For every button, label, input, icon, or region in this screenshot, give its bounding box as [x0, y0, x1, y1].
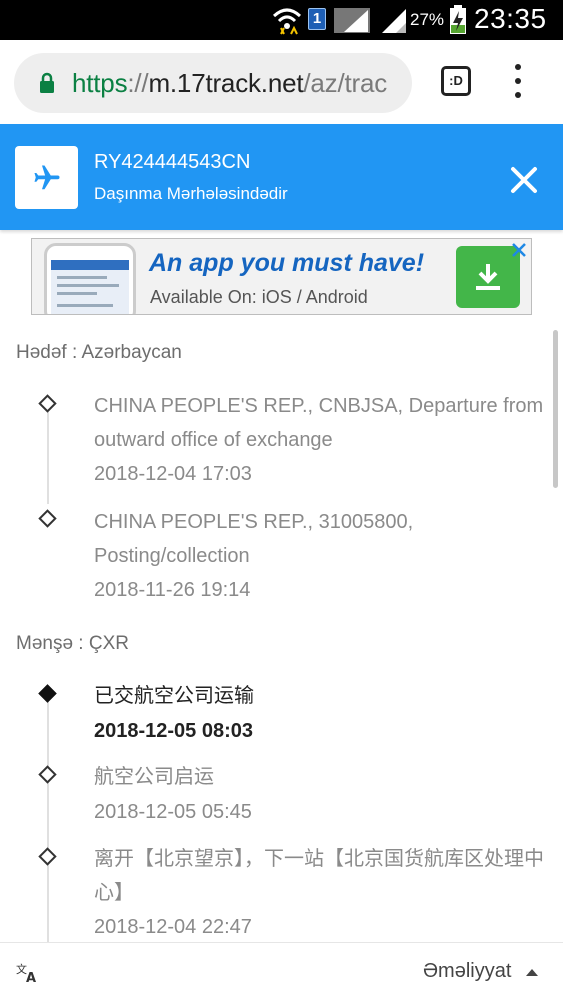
event-description: 航空公司启运: [94, 766, 214, 788]
event-description: CHINA PEOPLE'S REP., 31005800, Posting/c…: [94, 511, 414, 567]
event-description: CHINA PEOPLE'S REP., CNBJSA, Departure f…: [94, 395, 544, 451]
timeline-line: [47, 412, 49, 504]
battery-charging-icon: [450, 5, 466, 34]
origin-label: Mənşə : ÇXR: [16, 633, 129, 654]
tab-switcher-icon[interactable]: :D: [441, 66, 471, 96]
battery-percent: 27%: [410, 10, 445, 29]
download-icon: [476, 264, 500, 290]
timeline-marker-latest: [38, 684, 57, 703]
signal-icon: [382, 9, 406, 33]
translate-icon[interactable]: 文 A: [16, 961, 42, 983]
event-time: 2018-12-04 17:03: [94, 463, 252, 485]
scrollbar[interactable]: [553, 330, 558, 488]
signal-icon: [334, 8, 370, 33]
destination-label: Hədəf : Azərbaycan: [16, 342, 182, 363]
url-path: /az/trac: [303, 68, 388, 98]
event-description: 离开【北京望京】，下一站【北京国货航库区处理中心】: [94, 848, 544, 904]
url-text: https://m.17track.net/az/trac: [72, 68, 387, 99]
timeline-marker: [38, 847, 57, 866]
more-vert-icon[interactable]: [508, 64, 528, 98]
event-time: 2018-12-05 08:03: [94, 720, 254, 742]
address-bar[interactable]: https://m.17track.net/az/trac: [14, 53, 412, 113]
timeline-line: [47, 702, 49, 942]
actions-button[interactable]: Əməliyyat: [423, 960, 511, 983]
svg-text:A: A: [26, 971, 36, 983]
airplane-icon: [34, 165, 60, 190]
event-time: 2018-12-04 22:47: [94, 916, 252, 938]
bottom-action-bar: 文 A Əməliyyat: [0, 942, 563, 1000]
browser-toolbar: https://m.17track.net/az/trac :D: [0, 40, 563, 124]
wifi-icon: [272, 8, 302, 35]
url-scheme: https: [72, 68, 128, 98]
ad-close-icon[interactable]: [510, 241, 528, 259]
lock-icon: [40, 72, 54, 93]
event-time: 2018-12-05 05:45: [94, 801, 252, 823]
event-time: 2018-11-26 19:14: [94, 579, 251, 601]
tracking-number: RY424444543CN: [94, 151, 251, 173]
tracking-status: Daşınma Mərhələsindədir: [94, 184, 288, 203]
timeline-marker: [38, 765, 57, 784]
url-separator: ://: [127, 68, 149, 98]
tracking-header: RY424444543CN Daşınma Mərhələsindədir: [0, 124, 563, 230]
url-host: m.17track.net: [148, 68, 304, 98]
sim-icon: 1: [308, 8, 326, 30]
close-icon[interactable]: [508, 164, 540, 196]
caret-up-icon[interactable]: [526, 969, 538, 976]
event-description: 已交航空公司运输: [94, 685, 254, 707]
timeline-marker: [38, 509, 57, 528]
clock: 23:35: [474, 3, 547, 34]
timeline-marker: [38, 394, 57, 413]
ad-banner[interactable]: An app you must have! Available On: iOS …: [31, 238, 532, 315]
app-screenshot: [44, 243, 136, 314]
carrier-badge: [15, 146, 78, 209]
ad-title: An app you must have!: [149, 249, 425, 277]
ad-subtitle: Available On: iOS / Android: [150, 287, 368, 307]
status-bar: 1 27% 23:35: [0, 0, 563, 40]
